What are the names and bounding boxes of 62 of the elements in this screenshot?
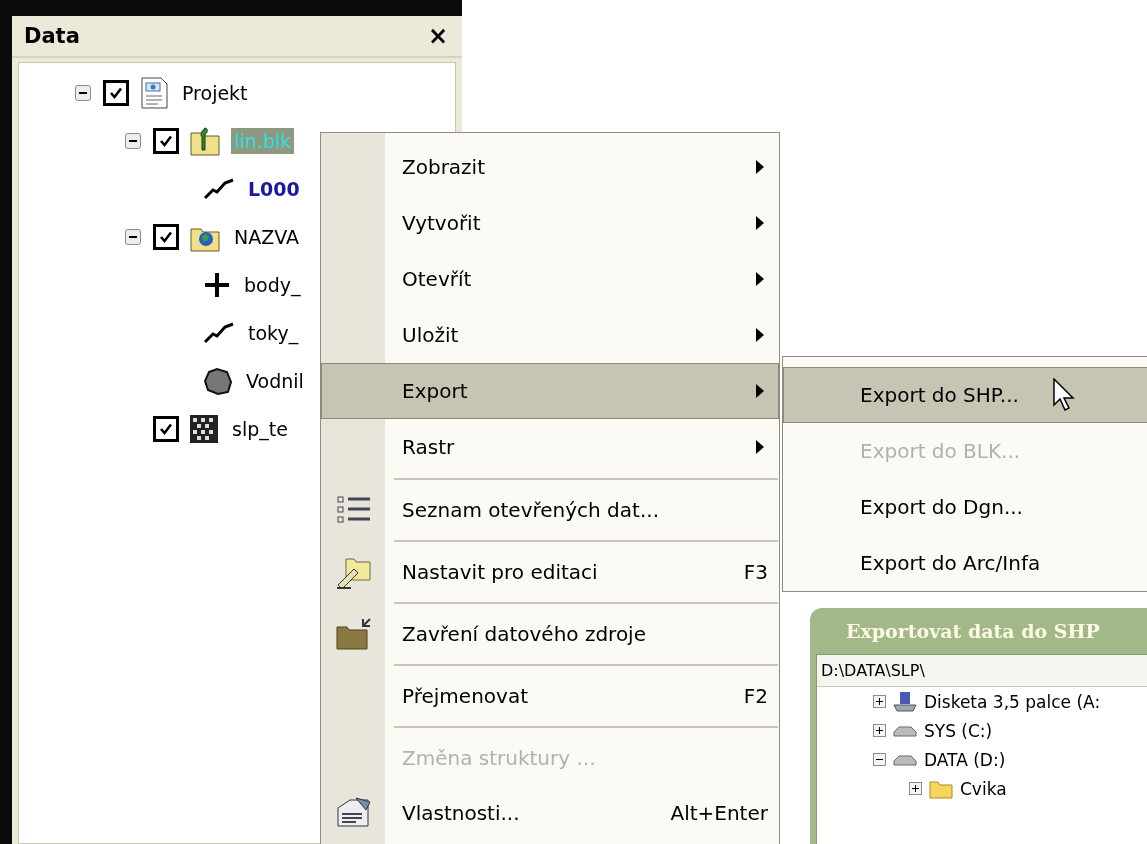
list-icon: [336, 494, 372, 526]
menu-item[interactable]: Otevřít: [321, 251, 779, 307]
folder-name[interactable]: SYS (C:): [924, 720, 993, 741]
submenu-arrow-icon: [756, 384, 764, 398]
expand-toggle[interactable]: [909, 782, 922, 795]
shortcut-label: F2: [742, 684, 769, 708]
submenu-arrow-icon: [756, 216, 764, 230]
menu-item[interactable]: Export do Arc/Infa: [783, 535, 1147, 591]
submenu-arrow-icon: [756, 272, 764, 286]
folder-name[interactable]: Disketa 3,5 palce (A:: [924, 691, 1101, 712]
menu-item[interactable]: Zobrazit: [321, 139, 779, 195]
floppy-drive-icon: [892, 690, 918, 713]
layer-checkbox[interactable]: [153, 224, 179, 250]
polyline-icon: [203, 177, 235, 201]
plus-icon: [203, 271, 231, 299]
submenu-arrow-icon: [756, 160, 764, 174]
raster-icon: [189, 414, 219, 444]
layer-checkbox[interactable]: [153, 416, 179, 442]
cursor-icon: [1053, 378, 1075, 412]
expand-toggle[interactable]: [873, 753, 886, 766]
menu-item[interactable]: Export: [321, 363, 779, 419]
path-field[interactable]: D:\DATA\SLP\: [817, 655, 1147, 687]
submenu-arrow-icon: [756, 440, 764, 454]
shortcut-label: Alt+Enter: [669, 801, 769, 825]
close-button[interactable]: ×: [423, 22, 452, 50]
layer-name[interactable]: NAZVA: [231, 224, 302, 250]
layer-name[interactable]: body_: [241, 272, 304, 298]
folder-pencil-icon: [336, 555, 372, 589]
menu-item[interactable]: Uložit: [321, 307, 779, 363]
layer-name[interactable]: Projekt: [179, 80, 251, 106]
expand-toggle[interactable]: [873, 724, 886, 737]
check-icon: [158, 229, 174, 245]
folder-arrow-icon: [336, 617, 372, 651]
collapse-toggle[interactable]: [125, 133, 141, 149]
check-icon: [158, 133, 174, 149]
panel-title: Data: [24, 24, 80, 48]
menu-item[interactable]: Vlastnosti... Alt+Enter: [321, 785, 779, 841]
collapse-toggle[interactable]: [75, 85, 91, 101]
layer-checkbox[interactable]: [153, 128, 179, 154]
dialog-title: Exportovat data do SHP: [845, 619, 1101, 644]
expand-toggle[interactable]: [873, 695, 886, 708]
document-icon: [139, 77, 169, 109]
layer-name[interactable]: L000: [245, 176, 303, 202]
menu-item[interactable]: Export do Dgn...: [783, 479, 1147, 535]
collapse-toggle[interactable]: [125, 229, 141, 245]
shortcut-label: F3: [742, 560, 769, 584]
menu-item[interactable]: Export do SHP...: [783, 367, 1147, 423]
check-icon: [108, 85, 124, 101]
folder-figure-icon: [189, 125, 221, 157]
check-icon: [158, 421, 174, 437]
properties-icon: [336, 796, 372, 830]
layer-name[interactable]: Vodnil: [243, 368, 307, 394]
layer-checkbox[interactable]: [103, 80, 129, 106]
polygon-icon: [203, 366, 233, 396]
submenu-arrow-icon: [756, 328, 764, 342]
menu-item[interactable]: Vytvořit: [321, 195, 779, 251]
layer-name[interactable]: slp_te: [229, 416, 291, 442]
polyline-icon: [203, 321, 235, 345]
menu-item[interactable]: Rastr: [321, 419, 779, 475]
layer-name[interactable]: toky_: [245, 320, 302, 346]
folder-name[interactable]: DATA (D:): [924, 749, 1006, 770]
folder-name[interactable]: Cvika: [960, 778, 1007, 799]
